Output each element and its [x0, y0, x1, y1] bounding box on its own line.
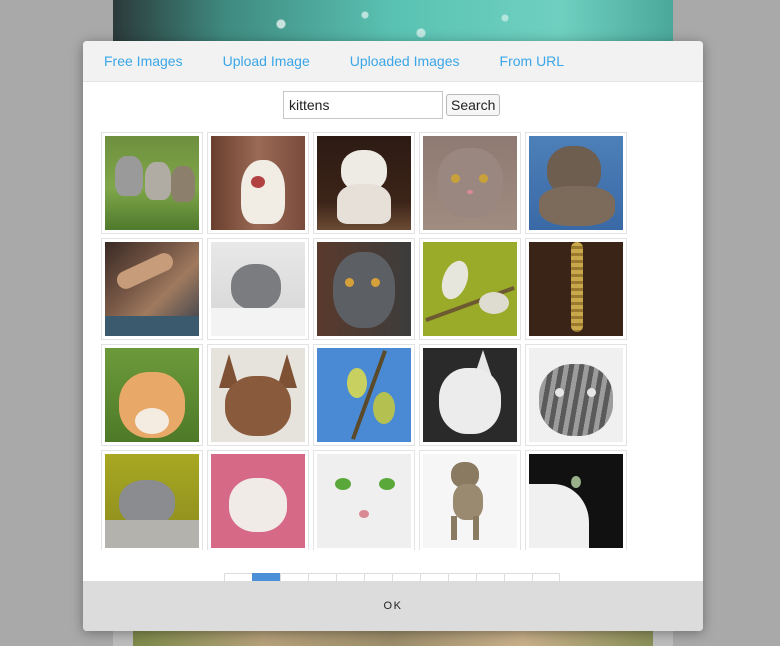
search-input[interactable]	[283, 91, 443, 119]
thumbnail-kittens-on-grass[interactable]	[101, 132, 203, 234]
thumbnail-hanging-catkin[interactable]	[525, 238, 627, 340]
tab-upload-image[interactable]: Upload Image	[223, 53, 310, 69]
thumbnail-black-white-cat-profile[interactable]	[525, 450, 627, 550]
thumbnail-pussy-willow-branch[interactable]	[419, 238, 521, 340]
thumbnail-grey-cat-staring[interactable]	[313, 238, 415, 340]
thumbnail-grey-cat-portrait[interactable]	[419, 132, 521, 234]
thumbnail-grey-cat-on-log[interactable]	[101, 450, 203, 550]
thumbnail-tabby-kitten-on-blue[interactable]	[525, 132, 627, 234]
thumbnail-tabby-kitten-walking[interactable]	[419, 450, 521, 550]
tab-free-images[interactable]: Free Images	[104, 53, 183, 69]
tab-from-url[interactable]: From URL	[500, 53, 565, 69]
thumbnail-kitten-in-pink-blanket[interactable]	[207, 450, 309, 550]
search-button[interactable]: Search	[446, 94, 501, 116]
thumbnail-brown-oriental-kitten[interactable]	[207, 344, 309, 446]
thumbnail-hands-closeup[interactable]	[101, 238, 203, 340]
thumbnail-grey-kitten-lying[interactable]	[207, 238, 309, 340]
thumbnail-white-cat-green-eyes[interactable]	[313, 450, 415, 550]
search-row: Search	[283, 91, 501, 119]
thumbnail-orange-cat-in-grass[interactable]	[101, 344, 203, 446]
thumbnail-kitten-yawning[interactable]	[207, 132, 309, 234]
image-grid	[101, 132, 631, 550]
image-picker-modal: Free Images Upload Image Uploaded Images…	[83, 41, 703, 631]
ok-button[interactable]: OK	[364, 594, 423, 618]
thumbnail-pussy-willow-blue-sky[interactable]	[313, 344, 415, 446]
thumbnail-tabby-cat-bw[interactable]	[525, 344, 627, 446]
thumbnail-white-kitten-sitting[interactable]	[313, 132, 415, 234]
modal-footer: OK	[83, 581, 703, 631]
tab-uploaded-images[interactable]: Uploaded Images	[350, 53, 460, 69]
thumbnail-white-oriental-kitten[interactable]	[419, 344, 521, 446]
background-bottom-image	[133, 630, 653, 646]
tab-bar: Free Images Upload Image Uploaded Images…	[83, 41, 703, 82]
